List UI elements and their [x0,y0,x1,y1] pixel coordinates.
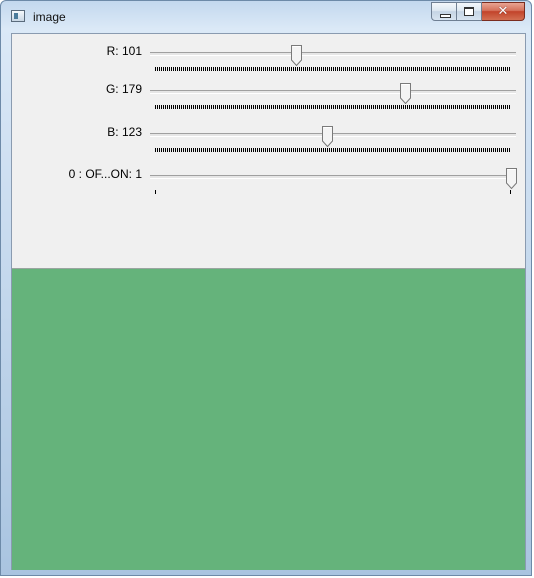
window: image ✕ R: 101 G: 179 B: 123 0: OF...ON… [0,0,532,576]
slider-ticks [155,190,511,194]
caption-buttons: ✕ [431,2,525,22]
slider-thumb-r[interactable] [291,45,302,66]
slider-b[interactable] [150,121,516,161]
window-title: image [33,10,66,24]
slider-groove [150,175,516,179]
slider-thumb-b[interactable] [321,126,333,147]
slider-groove [150,90,516,94]
slider-switch[interactable] [150,163,517,203]
close-button[interactable]: ✕ [482,2,525,21]
slider-groove [150,133,516,137]
slider-g[interactable] [150,78,516,118]
client-area: R: 101 G: 179 B: 123 0: OF...ON: 1 [11,33,526,570]
trackbar-label-r: R: 101 [106,44,142,58]
slider-thumb-switch[interactable] [506,168,517,189]
slider-ticks [155,105,511,109]
trackbar-b: B: 123 [12,121,525,161]
trackbar-panel: R: 101 G: 179 B: 123 0: OF...ON: 1 [12,34,525,268]
slider-r[interactable] [150,40,516,80]
trackbar-label-switch: 0 : OF...ON: 1 [68,167,142,181]
slider-thumb-g[interactable] [399,83,411,104]
image-canvas[interactable] [12,268,525,570]
slider-ticks [155,67,511,71]
slider-groove [150,52,516,56]
trackbar-switch: 0 : OF...ON: 1 [12,163,525,203]
trackbar-label-b: B: 123 [107,125,142,139]
trackbar-label-g: G: 179 [105,82,142,96]
maximize-button[interactable] [457,2,482,21]
title-bar[interactable]: image ✕ [1,1,531,31]
trackbar-r: R: 101 [12,40,525,80]
window-app-icon[interactable] [11,10,25,22]
close-icon: ✕ [497,4,509,19]
slider-ticks [155,148,511,152]
trackbar-g: G: 179 [12,78,525,118]
minimize-button[interactable] [431,2,457,21]
